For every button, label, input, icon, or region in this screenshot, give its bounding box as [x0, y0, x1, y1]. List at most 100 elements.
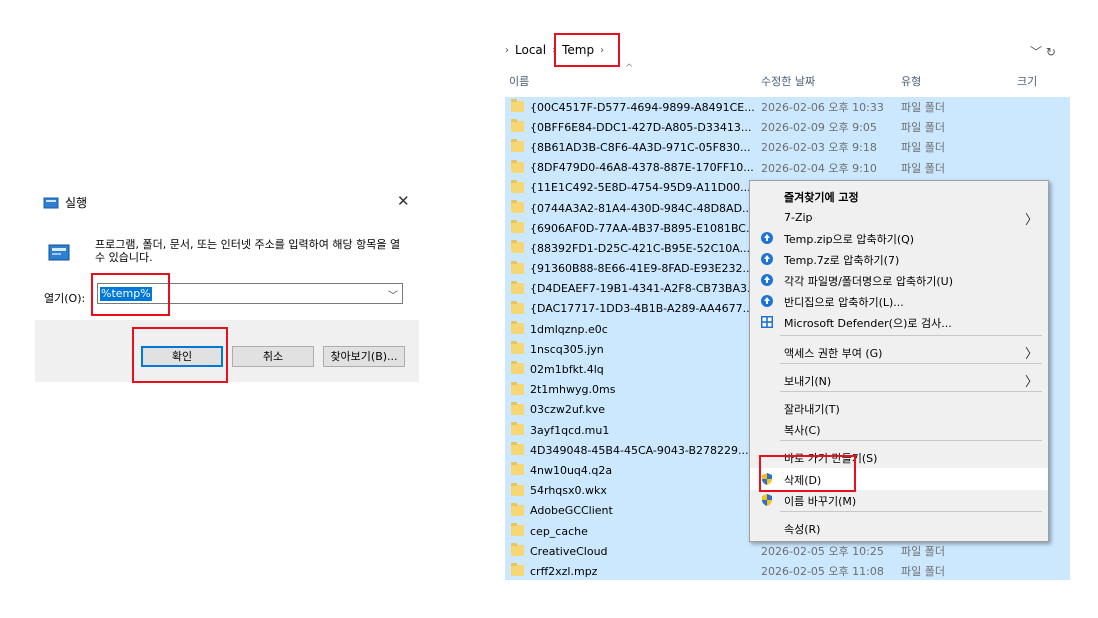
file-row[interactable]: {8B61AD3B-C8F6-4A3D-971C-05F830... 2026-0… [505, 137, 1070, 158]
file-name: crff2xzl.mpz [530, 564, 598, 578]
file-row[interactable]: {0BFF6E84-DDC1-427D-A805-D33413... 2026-0… [505, 117, 1070, 138]
run-dialog-title: 실행 [65, 196, 88, 210]
column-header-type[interactable]: 유형 [901, 73, 921, 89]
menu-item[interactable]: 7-Zip 〉 [750, 207, 1048, 229]
menu-item-label: 각각 파일명/폴더명으로 압축하기(U) [784, 275, 954, 288]
file-row[interactable]: {8DF479D0-46A8-4378-887E-170FF10... 2026-… [505, 157, 1070, 178]
file-date: 2026-02-05 오후 11:08 [761, 565, 884, 579]
address-controls: ﹀ ↻ [1030, 43, 1056, 60]
file-name: 4D349048-45B4-45CA-9043-B278229... [530, 443, 749, 457]
menu-item-label: Temp.7z로 압축하기(7) [784, 254, 900, 267]
close-icon[interactable]: ✕ [397, 192, 410, 210]
folder-icon [511, 381, 524, 395]
file-type: 파일 폴더 [901, 141, 945, 155]
chevron-right-icon: 〉 [1024, 347, 1038, 362]
menu-item-label: 이름 바꾸기(M) [784, 495, 857, 508]
folder-icon [511, 482, 524, 496]
file-name: {88392FD1-D25C-421C-B95E-52C10A... [530, 241, 751, 255]
menu-item[interactable]: Temp.7z로 압축하기(7) [750, 248, 1048, 270]
file-name: 2t1mhwyg.0ms [530, 383, 616, 397]
folder-icon [511, 220, 524, 234]
chevron-down-icon[interactable]: ﹀ [1030, 45, 1042, 59]
file-type: 파일 폴더 [901, 565, 945, 579]
run-description: 프로그램, 폴더, 문서, 또는 인터넷 주소를 입력하여 해당 항목을 열 수… [95, 238, 401, 264]
menu-item-label: 속성(R) [784, 523, 821, 536]
folder-icon [511, 522, 524, 536]
file-name: {D4DEAEF7-19B1-4341-A2F8-CB73BA3... [530, 282, 755, 296]
run-dialog-titlebar: 실행 [43, 194, 87, 211]
chevron-right-icon: 〉 [1024, 375, 1038, 390]
folder-icon [511, 401, 524, 415]
menu-separator [780, 511, 1042, 512]
menu-item-label: 반디집으로 압축하기(L)... [784, 296, 904, 309]
folder-icon [511, 300, 524, 314]
bandizip-icon [761, 274, 773, 286]
menu-item[interactable]: 복사(C) [750, 418, 1048, 440]
menu-item-label: 7-Zip [784, 211, 813, 224]
menu-item-label: 액세스 권한 부여 (G) [784, 347, 883, 360]
file-name: 02m1bfkt.4lq [530, 363, 604, 377]
folder-icon [511, 199, 524, 213]
menu-item[interactable]: 이름 바꾸기(M) [750, 489, 1048, 511]
folder-icon [511, 422, 524, 435]
menu-item[interactable]: 각각 파일명/폴더명으로 압축하기(U) [750, 269, 1048, 291]
file-name: 54rhqsx0.wkx [530, 484, 607, 498]
file-type: 파일 폴더 [901, 161, 945, 175]
file-name: CreativeCloud [530, 544, 608, 558]
folder-icon [511, 563, 524, 577]
folder-icon [511, 179, 524, 193]
chevron-right-icon: › [505, 44, 509, 56]
column-header-size[interactable]: 크기 [1017, 73, 1037, 89]
menu-separator [780, 391, 1042, 392]
file-date: 2026-02-04 오후 9:10 [761, 161, 877, 175]
file-row[interactable]: crff2xzl.mpz 2026-02-05 오후 11:08 파일 폴더 [505, 561, 1070, 580]
file-name: 4nw10uq4.q2a [530, 463, 613, 477]
column-header-date[interactable]: 수정한 날짜 [761, 73, 815, 89]
file-name: AdobeGCClient [530, 504, 613, 518]
run-program-icon [48, 244, 70, 261]
highlight-box-input [91, 273, 170, 316]
menu-item[interactable]: 속성(R) [750, 517, 1048, 539]
file-name: 3ayf1qcd.mu1 [530, 423, 610, 437]
file-date: 2026-02-05 오후 10:25 [761, 545, 884, 559]
folder-icon [511, 502, 524, 516]
file-type: 파일 폴더 [901, 101, 945, 115]
run-icon [43, 197, 59, 208]
cancel-button[interactable]: 취소 [232, 346, 314, 367]
chevron-down-icon[interactable]: ﹀ [388, 287, 398, 302]
open-label: 열기(O): [44, 292, 86, 305]
menu-separator [780, 440, 1042, 441]
menu-item[interactable]: Microsoft Defender(으)로 검사... [750, 311, 1048, 333]
highlight-box-delete [759, 455, 856, 492]
menu-item[interactable]: 보내기(N) 〉 [750, 369, 1048, 391]
menu-item-label: 잘라내기(T) [784, 403, 840, 416]
menu-item[interactable]: 액세스 권한 부여 (G) 〉 [750, 341, 1048, 363]
menu-item-label: Temp.zip으로 압축하기(Q) [784, 233, 915, 246]
browse-button[interactable]: 찾아보기(B)... [323, 346, 405, 367]
folder-icon [511, 280, 524, 294]
menu-item[interactable]: Temp.zip으로 압축하기(Q) [750, 227, 1048, 249]
file-row[interactable]: {00C4517F-D577-4694-9899-A8491CE... 2026-… [505, 97, 1070, 118]
folder-icon [511, 462, 524, 476]
breadcrumb-local[interactable]: Local [515, 43, 546, 57]
file-date: 2026-02-06 오후 10:33 [761, 101, 884, 115]
folder-icon [511, 543, 524, 557]
folder-icon [511, 442, 524, 456]
file-name: {8B61AD3B-C8F6-4A3D-971C-05F830... [530, 140, 751, 154]
menu-item[interactable]: 즐겨찾기에 고정 [750, 185, 1048, 207]
menu-item-label: 복사(C) [784, 424, 821, 437]
file-row[interactable]: CreativeCloud 2026-02-05 오후 10:25 파일 폴더 [505, 541, 1070, 562]
file-name: {11E1C492-5E8D-4754-95D9-A11D00... [530, 181, 751, 195]
refresh-icon[interactable]: ↻ [1046, 45, 1056, 59]
file-name: {0BFF6E84-DDC1-427D-A805-D33413... [530, 120, 752, 134]
file-name: {6906AF0D-77AA-4B37-B895-E1081BC... [530, 221, 755, 235]
file-name: 1dmlqznp.e0c [530, 322, 608, 336]
highlight-box-ok [132, 327, 228, 383]
column-header-name[interactable]: 이름 [509, 73, 529, 89]
menu-item[interactable]: 반디집으로 압축하기(L)... [750, 290, 1048, 312]
file-name: {DAC17717-1DD3-4B1B-A289-AA4677... [530, 302, 754, 316]
highlight-box-temp [554, 33, 620, 67]
menu-item[interactable]: 잘라내기(T) [750, 397, 1048, 419]
folder-icon [511, 321, 524, 335]
file-name: 03czw2uf.kve [530, 403, 606, 417]
